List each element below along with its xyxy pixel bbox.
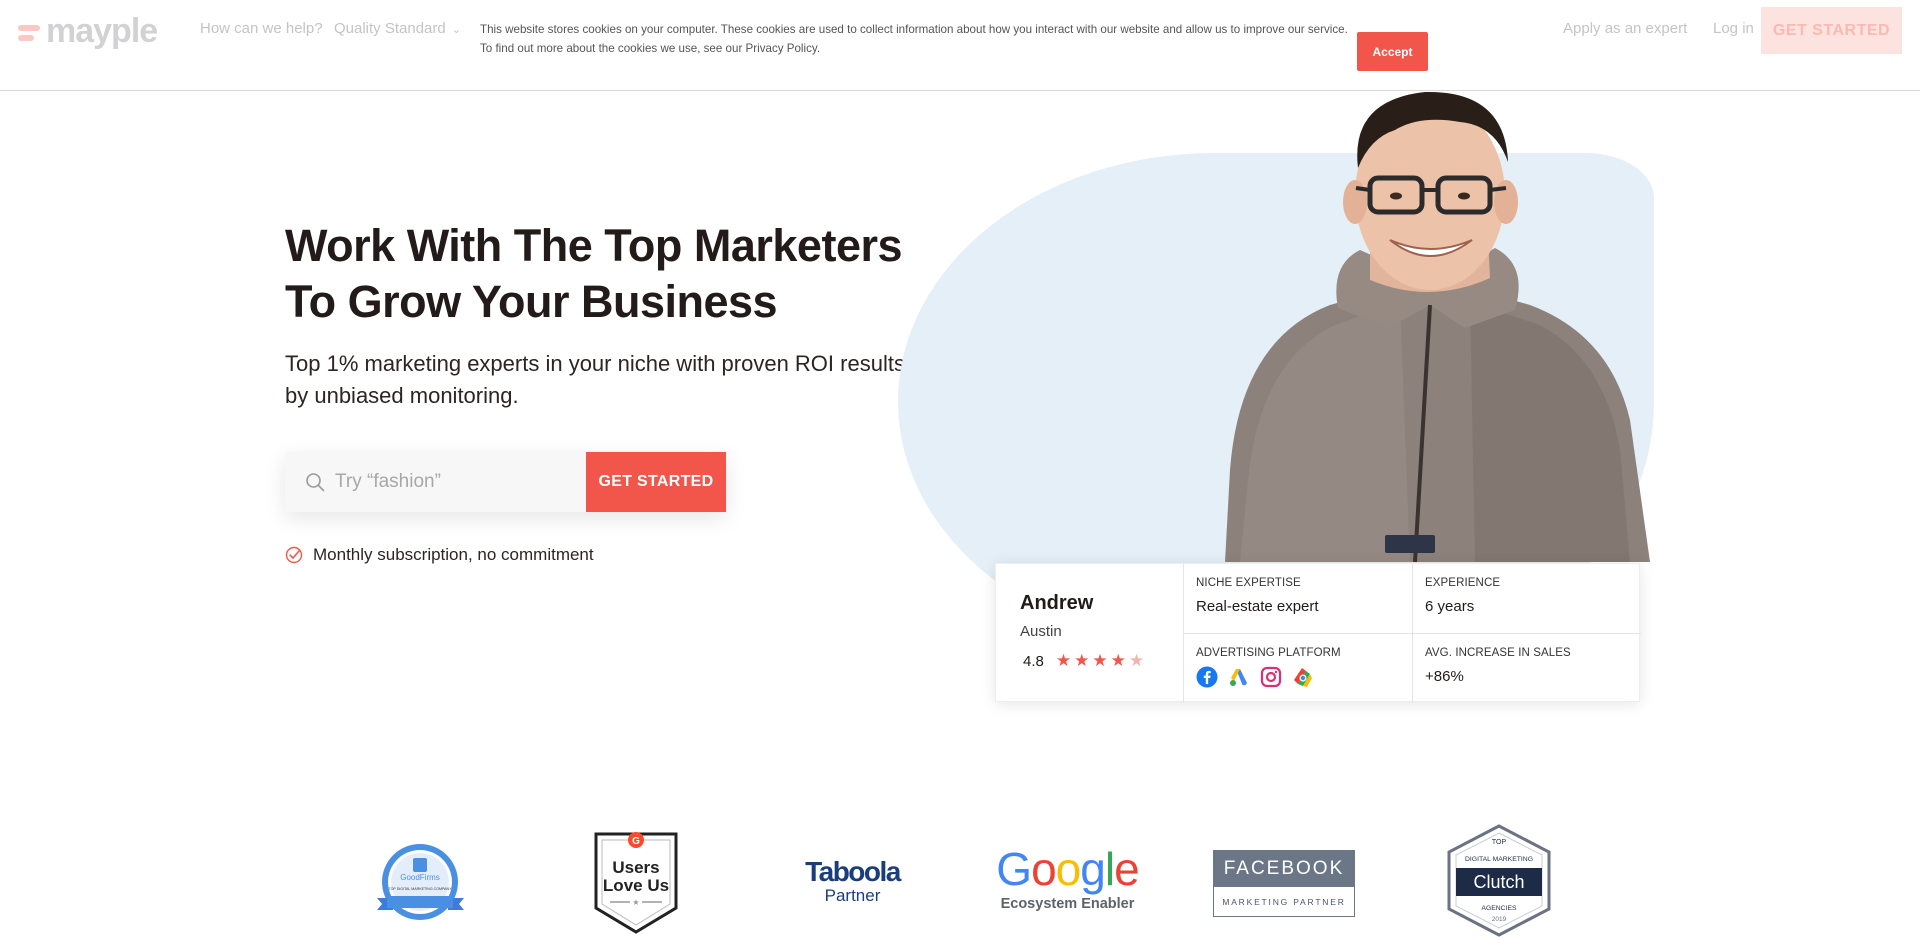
star-icon: ★	[1092, 651, 1108, 670]
star-icon: ★	[1055, 651, 1072, 670]
nav-quality-standard[interactable]: Quality Standard ⌄	[334, 20, 461, 37]
taboola-sublabel: Partner	[824, 886, 881, 905]
search-field-container[interactable]	[285, 452, 586, 512]
hero-subtitle: Top 1% marketing experts in your niche w…	[285, 351, 989, 408]
clutch-badge: TOP DIGITAL MARKETING Clutch AGENCIES 20…	[1447, 824, 1551, 937]
facebook-label: FACEBOOK	[1214, 851, 1354, 887]
clutch-top: TOP	[1492, 839, 1507, 846]
g2-line1: Users	[612, 858, 659, 877]
niche-expertise-cell: NICHE EXPERTISE Real-estate expert	[1184, 564, 1413, 634]
half-star-icon: ★	[1128, 651, 1145, 670]
platform-label: ADVERTISING PLATFORM	[1196, 647, 1341, 659]
nav-login[interactable]: Log in	[1713, 20, 1754, 37]
chevron-down-icon: ⌄	[451, 24, 461, 36]
nav-apply-as-expert[interactable]: Apply as an expert	[1563, 20, 1687, 37]
expert-card[interactable]: Andrew Austin 4.8 ★ ★ ★ ★ ★ NICHE EXPERT…	[995, 563, 1641, 703]
facebook-marketing-partner-badge: FACEBOOK MARKETING PARTNER	[1213, 850, 1355, 917]
instagram-icon	[1260, 666, 1282, 688]
expert-card-profile: Andrew Austin 4.8 ★ ★ ★ ★ ★	[996, 564, 1184, 703]
sales-label: AVG. INCREASE IN SALES	[1425, 647, 1571, 659]
logo-mark-icon	[18, 22, 42, 42]
hero-title-line1: Work With The Top Marketers	[285, 220, 903, 271]
svg-text:★: ★	[632, 898, 639, 907]
hero-search-form: GET STARTED	[285, 452, 726, 512]
google-ads-icon	[1230, 669, 1247, 686]
expert-name: Andrew	[1020, 592, 1094, 614]
sales-value: +86%	[1425, 668, 1464, 685]
taboola-partner-badge: Taboola Partner	[800, 858, 905, 906]
mayple-logo[interactable]: mayple	[18, 12, 158, 51]
star-icon: ★	[1074, 651, 1090, 670]
cookie-accept-button[interactable]: Accept	[1357, 32, 1428, 71]
expert-city: Austin	[1020, 623, 1062, 640]
check-circle-icon	[285, 546, 303, 564]
niche-value: Real-estate expert	[1196, 598, 1319, 615]
rating-value: 4.8	[1023, 652, 1044, 670]
hero-get-started-button[interactable]: GET STARTED	[586, 452, 726, 512]
cookie-banner-text: This website stores cookies on your comp…	[480, 23, 1348, 55]
partner-badges: GoodFirms TOP DIGITAL MARKETING COMPANY …	[0, 820, 1920, 937]
experience-cell: EXPERIENCE 6 years	[1413, 564, 1641, 634]
nav-quality-label: Quality Standard	[334, 20, 446, 37]
facebook-icon	[1196, 666, 1218, 688]
clutch-category: DIGITAL MARKETING	[1465, 856, 1533, 863]
experience-label: EXPERIENCE	[1425, 577, 1501, 589]
facebook-sublabel: MARKETING PARTNER	[1222, 896, 1346, 907]
site-header: mayple How can we help? Quality Standard…	[0, 0, 1920, 91]
clutch-label: Clutch	[1473, 872, 1524, 892]
hero-title-line2: To Grow Your Business	[285, 276, 778, 327]
nav-how-can-we-help[interactable]: How can we help?	[200, 20, 323, 37]
clutch-agencies: AGENCIES	[1481, 905, 1517, 912]
expert-portrait-image	[1225, 91, 1650, 562]
goodfirms-sublabel: TOP DIGITAL MARKETING COMPANY	[388, 887, 452, 891]
sales-increase-cell: AVG. INCREASE IN SALES +86%	[1413, 634, 1641, 703]
star-icon: ★	[1110, 651, 1126, 670]
commitment-note: Monthly subscription, no commitment	[285, 545, 594, 565]
experience-value: 6 years	[1425, 598, 1475, 615]
expert-rating: 4.8 ★ ★ ★ ★ ★	[1023, 651, 1147, 671]
header-get-started-button[interactable]: GET STARTED	[1761, 7, 1902, 54]
search-input[interactable]	[335, 471, 575, 493]
rating-stars: ★ ★ ★ ★ ★	[1056, 651, 1147, 671]
goodfirms-badge: GoodFirms TOP DIGITAL MARKETING COMPANY	[377, 844, 464, 920]
google-marketing-icon	[1294, 668, 1312, 687]
google-sublabel: Ecosystem Enabler	[1000, 896, 1135, 912]
commitment-text: Monthly subscription, no commitment	[313, 545, 594, 564]
search-icon	[306, 473, 325, 492]
advertising-platform-cell: ADVERTISING PLATFORM	[1184, 634, 1413, 703]
taboola-label: Taboola	[805, 856, 901, 887]
clutch-year: 2019	[1492, 916, 1507, 923]
google-ecosystem-badge: Google Ecosystem Enabler	[995, 846, 1140, 912]
goodfirms-label: GoodFirms	[400, 873, 440, 882]
g2-users-love-us-badge: G Users Love Us ★	[594, 832, 678, 934]
svg-text:G: G	[632, 836, 640, 847]
platform-icons	[1196, 666, 1400, 688]
niche-label: NICHE EXPERTISE	[1196, 577, 1301, 589]
g2-line2: Love Us	[603, 876, 669, 895]
logo-text: mayple	[46, 12, 158, 50]
hero-title: Work With The Top Marketers To Grow Your…	[285, 218, 903, 330]
google-label: Google	[996, 843, 1139, 895]
